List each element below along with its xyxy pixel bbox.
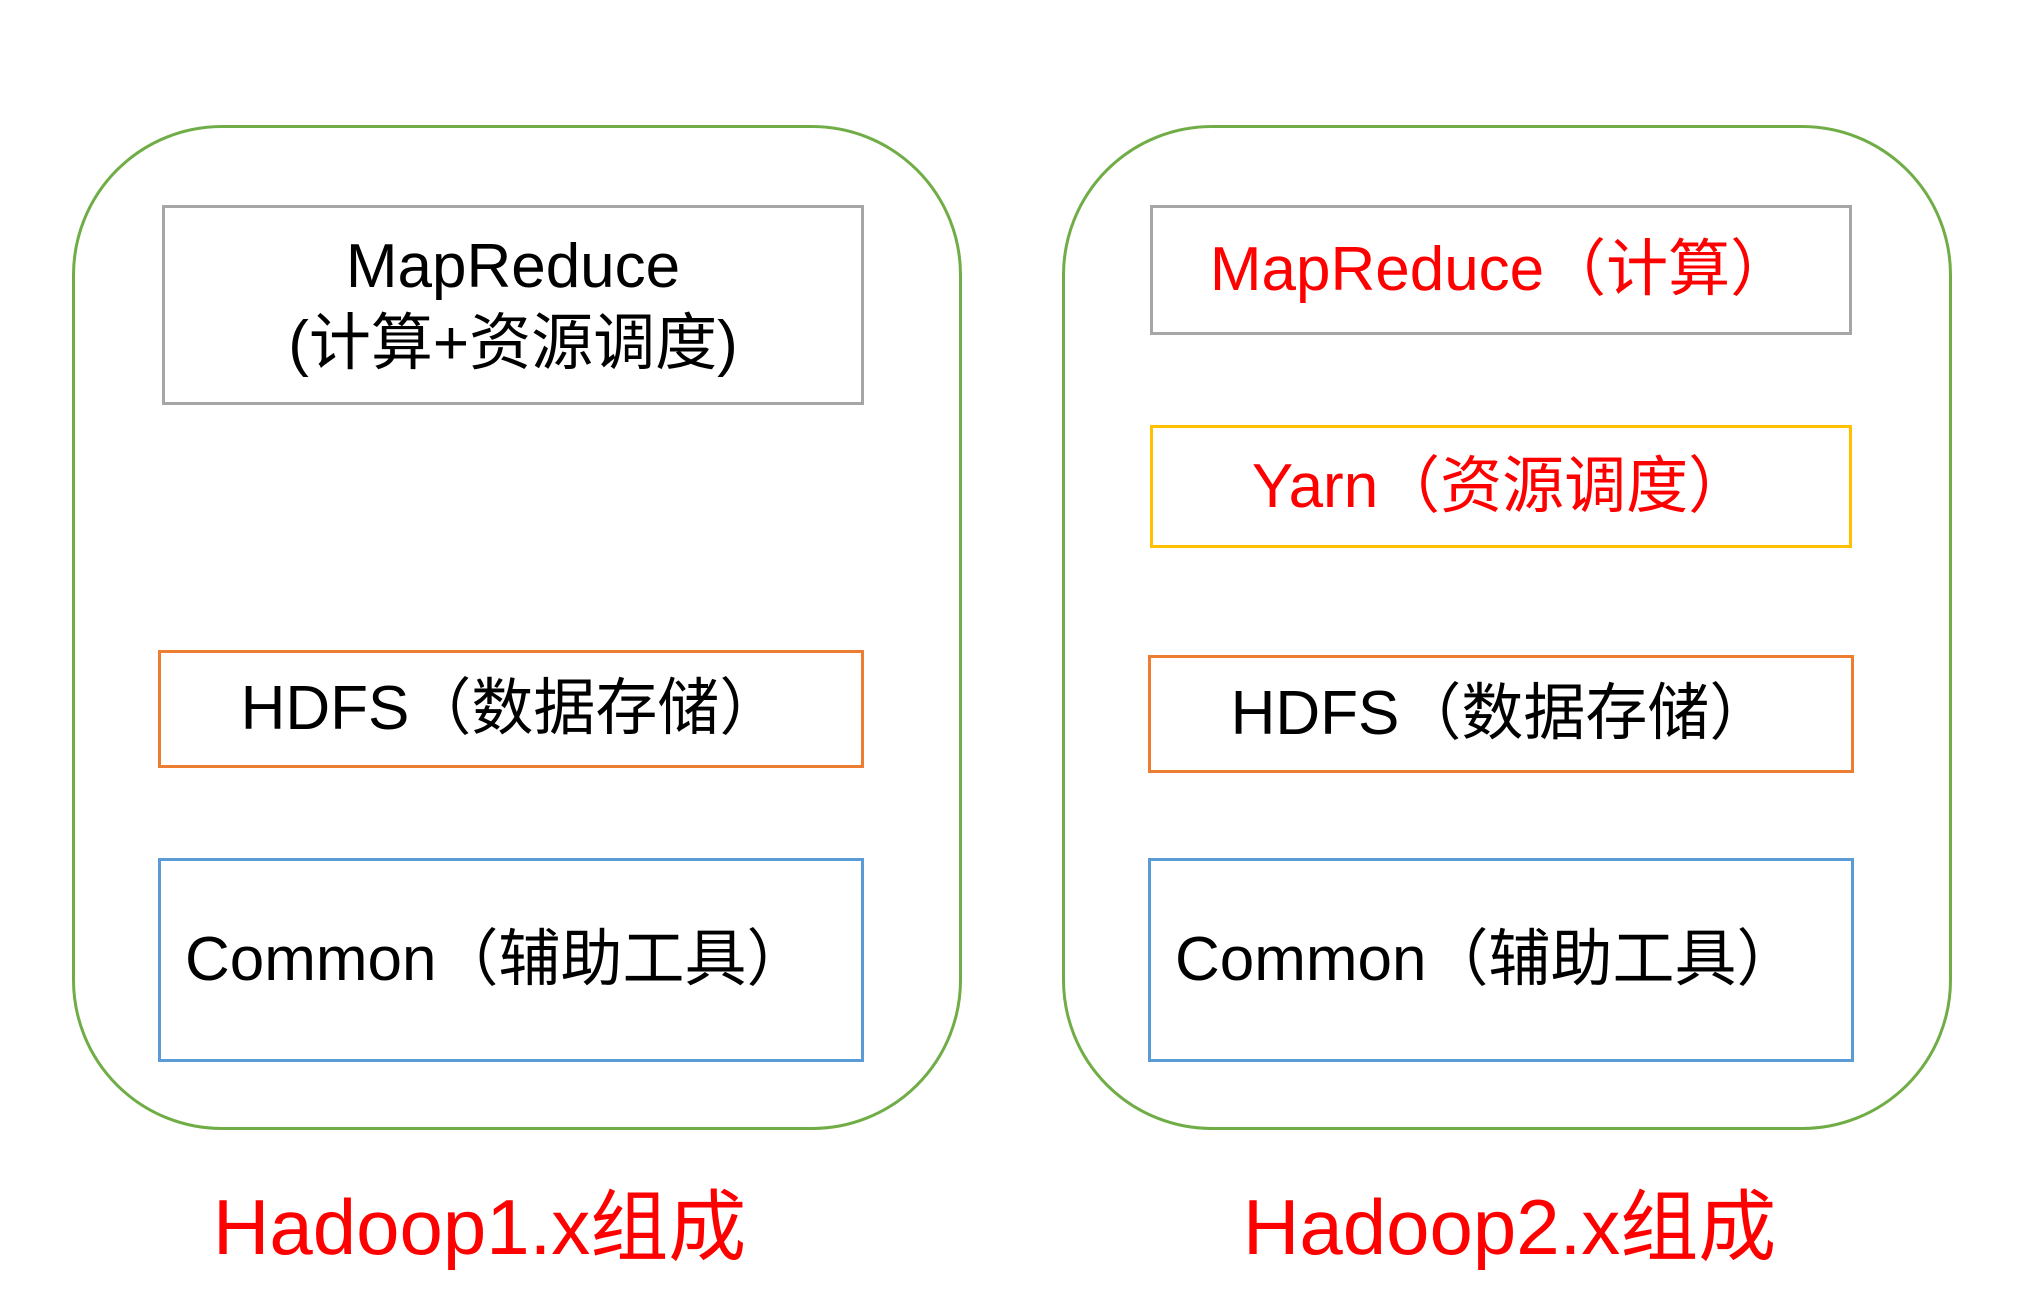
hadoop2-caption: Hadoop2.x组成 — [1243, 1183, 1777, 1271]
hadoop1-mapreduce-box: MapReduce (计算+资源调度) — [162, 205, 864, 405]
hadoop2-yarn-label: Yarn（资源调度） — [1251, 451, 1751, 521]
hadoop2-mapreduce-box: MapReduce（计算） — [1150, 205, 1852, 335]
hadoop2-common-label: Common（辅助工具） — [1175, 925, 1799, 995]
hadoop2-hdfs-box: HDFS（数据存储） — [1148, 655, 1854, 773]
hadoop1-hdfs-box: HDFS（数据存储） — [158, 650, 864, 768]
hadoop1-common-box: Common（辅助工具） — [158, 858, 864, 1062]
hadoop1-hdfs-label: HDFS（数据存储） — [240, 674, 782, 744]
hadoop2-yarn-box: Yarn（资源调度） — [1150, 425, 1852, 548]
hadoop2-mapreduce-label: MapReduce（计算） — [1209, 235, 1793, 305]
hadoop1-mapreduce-title: MapReduce — [345, 231, 681, 301]
hadoop2-hdfs-label: HDFS（数据存储） — [1230, 679, 1772, 749]
hadoop1-mapreduce-subtitle: (计算+资源调度) — [288, 309, 738, 378]
hadoop2-common-box: Common（辅助工具） — [1148, 858, 1854, 1062]
hadoop1-common-label: Common（辅助工具） — [185, 925, 809, 995]
hadoop1-caption: Hadoop1.x组成 — [213, 1183, 747, 1271]
